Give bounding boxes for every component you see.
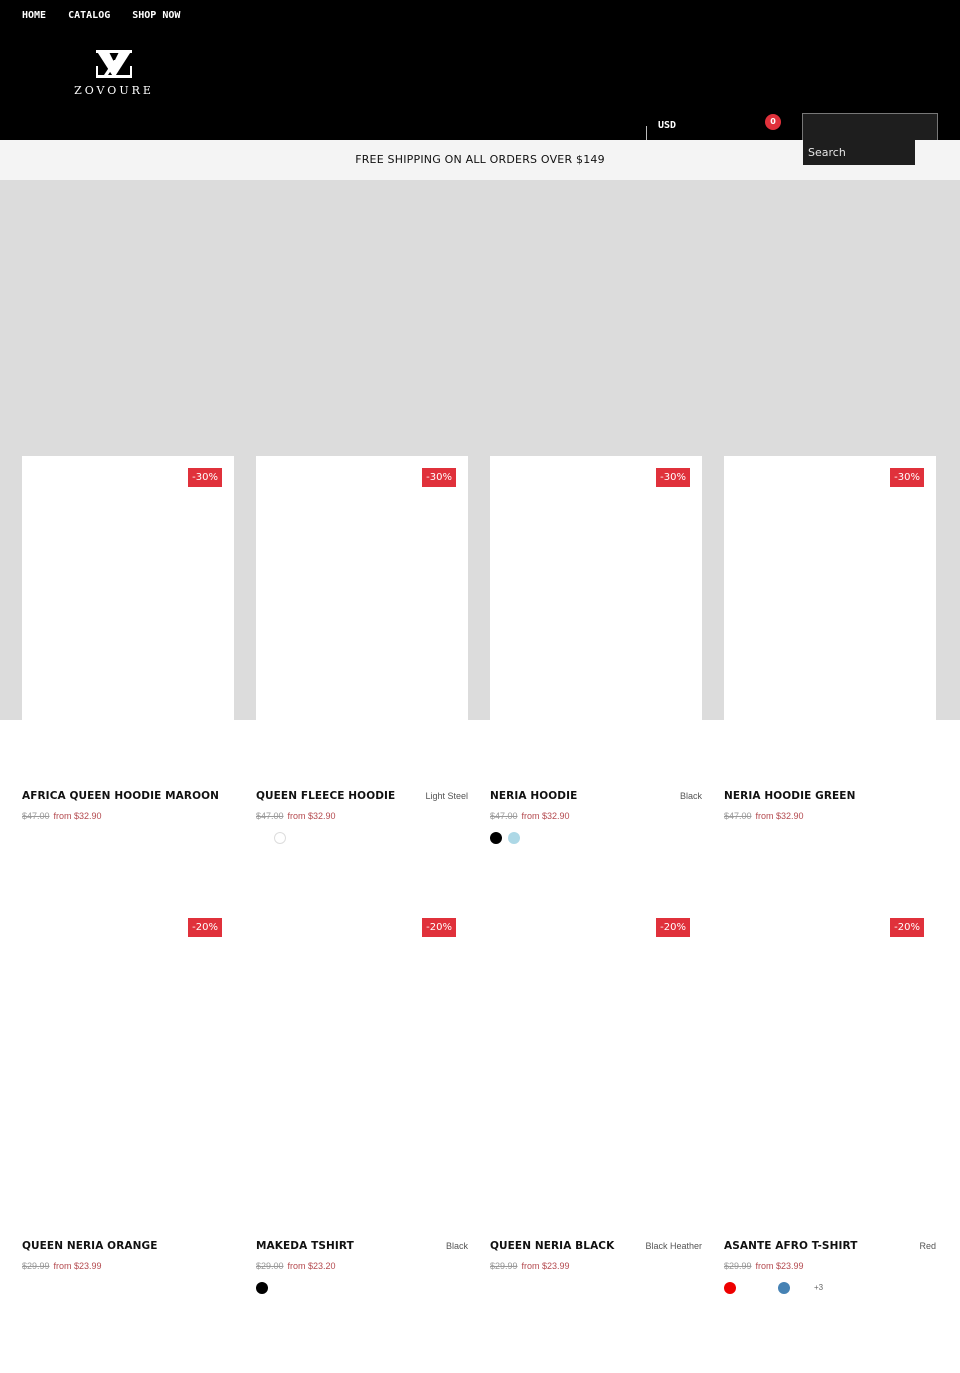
discount-badge: -30% [656,468,690,487]
color-swatch[interactable] [742,1282,754,1294]
variant-label: Black Heather [645,1241,702,1251]
main-nav: HOME CATALOG SHOP NOW [22,10,180,21]
color-swatch[interactable] [274,832,286,844]
color-swatch[interactable] [256,1282,268,1294]
product-image[interactable]: -30% [490,456,702,720]
sale-price: from $32.90 [53,811,102,821]
product-card[interactable]: -30% QUEEN FLEECE HOODIE Light Steel $47.00… [256,456,468,848]
product-title[interactable]: QUEEN NERIA ORANGE [22,1240,158,1252]
sale-price: from $32.90 [521,811,570,821]
cart-count-badge[interactable]: 0 [765,114,781,130]
sale-price: from $32.90 [755,811,804,821]
product-price: $47.00 from $32.90 [724,811,804,821]
product-title[interactable]: AFRICA QUEEN HOODIE MAROON [22,790,219,802]
variant-label: Black [445,1241,468,1251]
product-card[interactable]: -30% NERIA HOODIE GREEN $47.00 from $32.90 [724,456,936,848]
product-title[interactable]: QUEEN NERIA BLACK [490,1240,614,1252]
discount-badge: -30% [890,468,924,487]
color-swatch[interactable] [760,1282,772,1294]
compare-at-price: $29.99 [724,1261,752,1271]
site-header: HOME CATALOG SHOP NOW ZOVOURE USD 0 [0,0,960,140]
product-price: $29.99 from $23.99 [724,1261,804,1271]
product-price: $47.00 from $32.90 [490,811,570,821]
compare-at-price: $47.00 [724,811,752,821]
color-swatches: +3 [724,1282,936,1296]
sale-price: from $23.20 [287,1261,336,1271]
brand-name: ZOVOURE [74,84,154,97]
sale-price: from $23.99 [755,1261,804,1271]
variant-label: Light Steel [425,791,468,801]
compare-at-price: $29.99 [22,1261,50,1271]
brand-logo[interactable]: ZOVOURE [72,48,156,98]
color-swatch[interactable] [508,832,520,844]
product-card[interactable]: -20% MAKEDA TSHIRT Black $29.00 from $23.20 [256,906,468,1298]
variant-label: Red [919,1241,936,1251]
product-title[interactable]: NERIA HOODIE [490,790,577,802]
variant-label: Black [679,791,702,801]
product-price: $47.00 from $32.90 [256,811,336,821]
discount-badge: -30% [422,468,456,487]
discount-badge: -20% [188,918,222,937]
compare-at-price: $29.00 [256,1261,284,1271]
compare-at-price: $47.00 [22,811,50,821]
compare-at-price: $29.99 [490,1261,518,1271]
product-image[interactable]: -30% [22,456,234,720]
sale-price: from $23.99 [521,1261,570,1271]
product-price: $29.99 from $23.99 [22,1261,102,1271]
product-image[interactable]: -20% [724,906,936,1216]
compare-at-price: $47.00 [256,811,284,821]
product-card[interactable]: -20% QUEEN NERIA BLACK Black Heather $29.99… [490,906,702,1298]
currency-selector[interactable]: USD [658,120,676,131]
discount-badge: -20% [422,918,456,937]
discount-badge: -20% [890,918,924,937]
color-swatches [256,1282,468,1296]
product-price: $47.00 from $32.90 [22,811,102,821]
product-image[interactable]: -20% [256,906,468,1216]
color-swatch[interactable] [778,1282,790,1294]
sale-price: from $32.90 [287,811,336,821]
nav-home[interactable]: HOME [22,10,46,21]
zv-monogram-icon [96,50,132,78]
search-box[interactable] [802,113,938,140]
color-swatches [256,832,468,846]
nav-catalog[interactable]: CATALOG [68,10,110,21]
product-image[interactable]: -30% [256,456,468,720]
product-title[interactable]: QUEEN FLEECE HOODIE [256,790,395,802]
product-card[interactable]: -30% AFRICA QUEEN HOODIE MAROON $47.00 from… [22,456,234,848]
search-input[interactable] [803,140,915,165]
product-title[interactable]: MAKEDA TSHIRT [256,1240,354,1252]
product-title[interactable]: ASANTE AFRO T-SHIRT [724,1240,857,1252]
product-price: $29.99 from $23.99 [490,1261,570,1271]
product-image[interactable]: -20% [490,906,702,1216]
product-price: $29.00 from $23.20 [256,1261,336,1271]
more-swatches[interactable]: +3 [814,1282,823,1294]
product-card[interactable]: -30% NERIA HOODIE Black $47.00 from $32.90 [490,456,702,848]
product-card[interactable]: -20% QUEEN NERIA ORANGE $29.99 from $23.99 [22,906,234,1298]
sale-price: from $23.99 [53,1261,102,1271]
nav-shop-now[interactable]: SHOP NOW [132,10,180,21]
product-card[interactable]: -20% ASANTE AFRO T-SHIRT Red $29.99 from $23… [724,906,936,1298]
color-swatch[interactable] [490,832,502,844]
product-title[interactable]: NERIA HOODIE GREEN [724,790,855,802]
discount-badge: -20% [656,918,690,937]
header-divider [646,126,647,140]
product-image[interactable]: -20% [22,906,234,1216]
color-swatches [490,832,702,846]
color-swatch[interactable] [724,1282,736,1294]
discount-badge: -30% [188,468,222,487]
color-swatch[interactable] [256,832,268,844]
compare-at-price: $47.00 [490,811,518,821]
product-image[interactable]: -30% [724,456,936,720]
